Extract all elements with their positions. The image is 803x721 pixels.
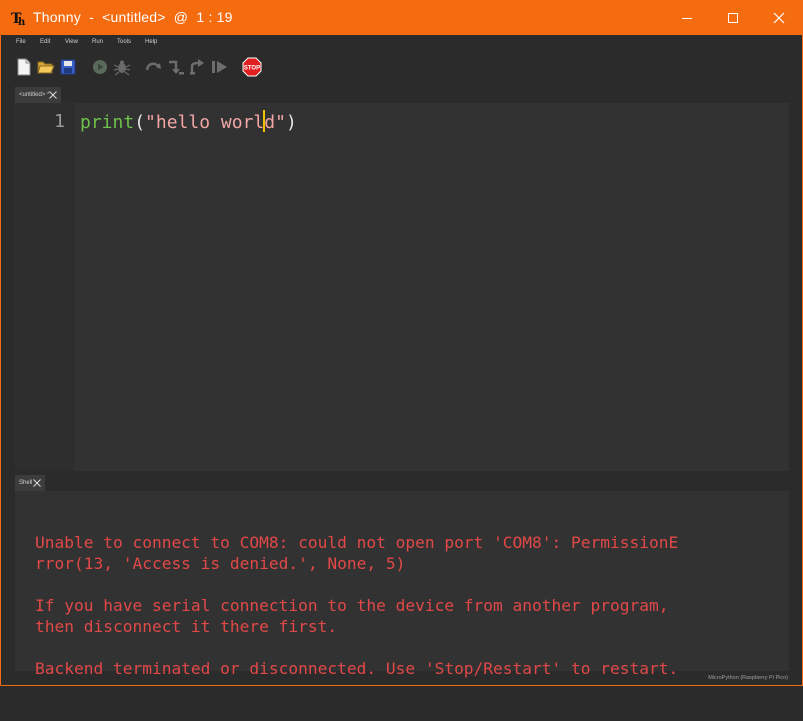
stop-label: STOP xyxy=(244,66,260,72)
close-shell-icon[interactable] xyxy=(32,477,42,489)
maximize-button[interactable] xyxy=(710,1,756,35)
minimize-button[interactable] xyxy=(664,1,710,35)
shell-line: rror(13, 'Access is denied.', None, 5) xyxy=(35,554,406,573)
stop-icon: STOP xyxy=(242,57,262,77)
shell-line: Unable to connect to COM8: could not ope… xyxy=(35,533,679,552)
code-open-paren: ( xyxy=(134,112,146,133)
menu-bar: File Edit View Run Tools Help xyxy=(1,35,802,51)
thonny-logo-icon: T h xyxy=(10,9,28,27)
shell-tab-strip: Shell xyxy=(1,475,802,491)
step-out-icon xyxy=(190,59,204,75)
toolbar: STOP xyxy=(1,51,802,87)
code-editor[interactable]: 1 print("hello world") xyxy=(15,103,789,471)
code-line-1[interactable]: print("hello world") xyxy=(80,110,297,133)
run-icon xyxy=(93,60,107,74)
code-string-part-2: d" xyxy=(264,112,286,133)
interpreter-selector[interactable]: MicroPython (Raspberry Pi Pico) xyxy=(708,675,788,681)
editor-tab-strip: <untitled> * xyxy=(1,87,802,103)
close-button[interactable] xyxy=(756,1,802,35)
resume-icon xyxy=(212,61,227,73)
new-file-icon xyxy=(17,58,31,76)
save-file-button[interactable] xyxy=(58,57,78,77)
maximize-icon xyxy=(728,13,738,23)
new-file-button[interactable] xyxy=(14,57,34,77)
close-icon xyxy=(773,12,785,24)
line-number-gutter: 1 xyxy=(15,103,75,471)
line-number: 1 xyxy=(54,111,65,132)
title-bar[interactable]: T h Thonny - <untitled> @ 1 : 19 xyxy=(1,1,802,35)
shell-panel[interactable]: Unable to connect to COM8: could not ope… xyxy=(15,491,789,678)
stop-button[interactable]: STOP xyxy=(242,57,262,77)
open-file-button[interactable] xyxy=(36,57,56,77)
menu-run[interactable]: Run xyxy=(92,39,103,45)
window-title: Thonny - <untitled> @ 1 : 19 xyxy=(33,9,233,25)
tab-shell[interactable]: Shell xyxy=(15,475,45,491)
code-function-name: print xyxy=(80,112,135,133)
folder-open-icon xyxy=(37,61,55,74)
minimize-icon xyxy=(682,18,692,19)
thonny-window: T h Thonny - <untitled> @ 1 : 19 File Ed… xyxy=(0,0,803,686)
save-icon xyxy=(60,59,76,75)
shell-line: If you have serial connection to the dev… xyxy=(35,596,669,615)
status-bar: MicroPython (Raspberry Pi Pico) xyxy=(1,673,802,686)
menu-help[interactable]: Help xyxy=(145,39,157,45)
step-out-button[interactable] xyxy=(188,57,208,77)
debug-icon xyxy=(113,60,131,76)
shell-tab-label: Shell xyxy=(19,480,33,486)
shell-output: Unable to connect to COM8: could not ope… xyxy=(35,511,678,721)
tab-untitled[interactable]: <untitled> * xyxy=(15,87,61,103)
step-over-icon xyxy=(145,62,161,71)
menu-view[interactable]: View xyxy=(65,39,78,45)
menu-file[interactable]: File xyxy=(16,39,26,45)
code-close-paren: ) xyxy=(285,112,297,133)
code-string-part-1: "hello worl xyxy=(145,112,265,133)
menu-edit[interactable]: Edit xyxy=(40,39,50,45)
run-button[interactable] xyxy=(90,57,110,77)
tab-label: <untitled> * xyxy=(19,92,50,98)
debug-button[interactable] xyxy=(112,57,132,77)
step-over-button[interactable] xyxy=(144,57,164,77)
step-into-button[interactable] xyxy=(166,57,186,77)
step-into-icon xyxy=(169,60,184,75)
shell-line: then disconnect it there first. xyxy=(35,617,338,636)
svg-text:h: h xyxy=(18,17,26,27)
close-tab-icon[interactable] xyxy=(48,89,58,101)
menu-tools[interactable]: Tools xyxy=(117,39,131,45)
resume-button[interactable] xyxy=(210,57,230,77)
